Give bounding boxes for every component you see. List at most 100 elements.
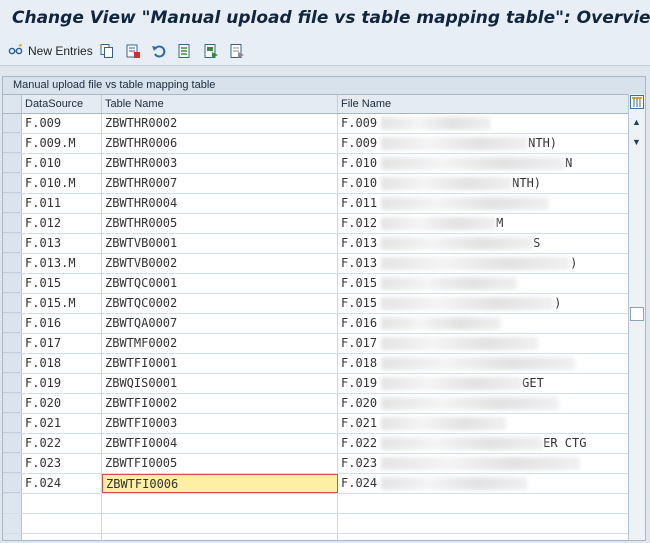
table-row[interactable]: F.018 ZBWTFI0001 F.018: [3, 354, 645, 374]
table-name-cell[interactable]: ZBWTVB0001: [102, 234, 338, 253]
datasource-cell[interactable]: F.021: [22, 414, 102, 433]
file-name-cell[interactable]: [338, 534, 629, 540]
select-all-rows-cell[interactable]: [3, 95, 22, 113]
delete-button[interactable]: [125, 43, 145, 59]
table-name-cell[interactable]: ZBWTFI0006: [102, 474, 338, 493]
file-name-cell[interactable]: F.022 ER CTG: [338, 434, 629, 453]
table-row[interactable]: F.015 ZBWTQC0001 F.015: [3, 274, 645, 294]
table-name-cell[interactable]: [102, 514, 338, 533]
table-name-cell[interactable]: ZBWTQC0002: [102, 294, 338, 313]
row-selector[interactable]: [3, 394, 22, 413]
datasource-cell[interactable]: [22, 494, 102, 513]
table-row[interactable]: F.013.M ZBWTVB0002 F.013): [3, 254, 645, 274]
file-name-cell[interactable]: F.010 N: [338, 154, 629, 173]
column-header-table-name[interactable]: Table Name: [102, 95, 338, 113]
row-selector[interactable]: [3, 294, 22, 313]
table-row[interactable]: F.010.M ZBWTHR0007 F.010 NTH): [3, 174, 645, 194]
file-name-cell[interactable]: F.019 GET: [338, 374, 629, 393]
datasource-cell[interactable]: F.015.M: [22, 294, 102, 313]
table-row[interactable]: F.024 ZBWTFI0006 F.024: [3, 474, 645, 494]
file-name-cell[interactable]: F.013 S: [338, 234, 629, 253]
table-row[interactable]: F.009.M ZBWTHR0006 F.009 NTH): [3, 134, 645, 154]
row-selector[interactable]: [3, 114, 22, 133]
datasource-cell[interactable]: F.012: [22, 214, 102, 233]
table-name-cell[interactable]: ZBWTFI0005: [102, 454, 338, 473]
table-name-cell[interactable]: ZBWQIS0001: [102, 374, 338, 393]
column-header-file-name[interactable]: File Name: [338, 95, 629, 113]
table-name-cell[interactable]: ZBWTHR0006: [102, 134, 338, 153]
datasource-cell[interactable]: F.023: [22, 454, 102, 473]
row-selector[interactable]: [3, 374, 22, 393]
file-name-cell[interactable]: F.020: [338, 394, 629, 413]
table-row[interactable]: F.013 ZBWTVB0001 F.013 S: [3, 234, 645, 254]
file-name-cell[interactable]: F.010 NTH): [338, 174, 629, 193]
select-block-button[interactable]: [203, 43, 223, 59]
row-selector[interactable]: [3, 354, 22, 373]
file-name-cell[interactable]: F.012 M: [338, 214, 629, 233]
row-selector[interactable]: [3, 154, 22, 173]
table-row[interactable]: F.016 ZBWTQA0007 F.016: [3, 314, 645, 334]
table-row[interactable]: F.023 ZBWTFI0005 F.023: [3, 454, 645, 474]
datasource-cell[interactable]: F.009: [22, 114, 102, 133]
row-selector[interactable]: [3, 434, 22, 453]
datasource-cell[interactable]: F.016: [22, 314, 102, 333]
copy-button[interactable]: [99, 43, 119, 59]
column-header-datasource[interactable]: DataSource: [22, 95, 102, 113]
table-row[interactable]: F.009 ZBWTHR0002 F.009: [3, 114, 645, 134]
scroll-down-icon[interactable]: ▼: [632, 137, 641, 147]
file-name-cell[interactable]: F.009: [338, 114, 629, 133]
row-selector[interactable]: [3, 414, 22, 433]
table-row[interactable]: F.019 ZBWQIS0001 F.019 GET: [3, 374, 645, 394]
table-name-cell[interactable]: [102, 494, 338, 513]
datasource-cell[interactable]: F.015: [22, 274, 102, 293]
datasource-cell[interactable]: F.010.M: [22, 174, 102, 193]
row-selector[interactable]: [3, 534, 22, 540]
file-name-cell[interactable]: F.017: [338, 334, 629, 353]
table-name-cell[interactable]: ZBWTHR0002: [102, 114, 338, 133]
table-name-cell[interactable]: ZBWTVB0002: [102, 254, 338, 273]
table-settings-icon[interactable]: [630, 95, 644, 109]
scroll-thumb[interactable]: [630, 307, 644, 321]
row-selector[interactable]: [3, 514, 22, 533]
table-name-cell[interactable]: ZBWTQC0001: [102, 274, 338, 293]
row-selector[interactable]: [3, 334, 22, 353]
table-name-cell[interactable]: ZBWTHR0007: [102, 174, 338, 193]
table-row[interactable]: F.010 ZBWTHR0003 F.010 N: [3, 154, 645, 174]
undo-button[interactable]: [151, 43, 171, 59]
deselect-all-button[interactable]: [229, 43, 249, 59]
row-selector[interactable]: [3, 454, 22, 473]
file-name-cell[interactable]: F.021: [338, 414, 629, 433]
file-name-cell[interactable]: F.013): [338, 254, 629, 273]
table-row[interactable]: F.015.M ZBWTQC0002 F.015): [3, 294, 645, 314]
table-name-cell[interactable]: ZBWTHR0004: [102, 194, 338, 213]
table-row[interactable]: F.022 ZBWTFI0004 F.022 ER CTG: [3, 434, 645, 454]
table-name-cell[interactable]: ZBWTHR0003: [102, 154, 338, 173]
row-selector[interactable]: [3, 214, 22, 233]
empty-table-row[interactable]: [3, 514, 645, 534]
datasource-cell[interactable]: F.011: [22, 194, 102, 213]
table-name-cell[interactable]: ZBWTMF0002: [102, 334, 338, 353]
empty-table-row[interactable]: [3, 494, 645, 514]
select-all-button[interactable]: [177, 43, 197, 59]
row-selector[interactable]: [3, 474, 22, 493]
datasource-cell[interactable]: F.020: [22, 394, 102, 413]
file-name-cell[interactable]: F.024: [338, 474, 629, 493]
vertical-scrollbar[interactable]: ▲ ▼: [628, 94, 645, 540]
datasource-cell[interactable]: [22, 534, 102, 540]
table-name-cell[interactable]: [102, 534, 338, 540]
file-name-cell[interactable]: F.023: [338, 454, 629, 473]
file-name-cell[interactable]: F.015: [338, 274, 629, 293]
datasource-cell[interactable]: F.018: [22, 354, 102, 373]
table-row[interactable]: F.021 ZBWTFI0003 F.021: [3, 414, 645, 434]
file-name-cell[interactable]: F.016: [338, 314, 629, 333]
datasource-cell[interactable]: F.013.M: [22, 254, 102, 273]
table-name-cell[interactable]: ZBWTFI0004: [102, 434, 338, 453]
table-name-cell[interactable]: ZBWTFI0003: [102, 414, 338, 433]
row-selector[interactable]: [3, 234, 22, 253]
file-name-cell[interactable]: F.018: [338, 354, 629, 373]
table-row[interactable]: F.020 ZBWTFI0002 F.020: [3, 394, 645, 414]
file-name-cell[interactable]: [338, 514, 629, 533]
datasource-cell[interactable]: F.017: [22, 334, 102, 353]
datasource-cell[interactable]: [22, 514, 102, 533]
datasource-cell[interactable]: F.013: [22, 234, 102, 253]
